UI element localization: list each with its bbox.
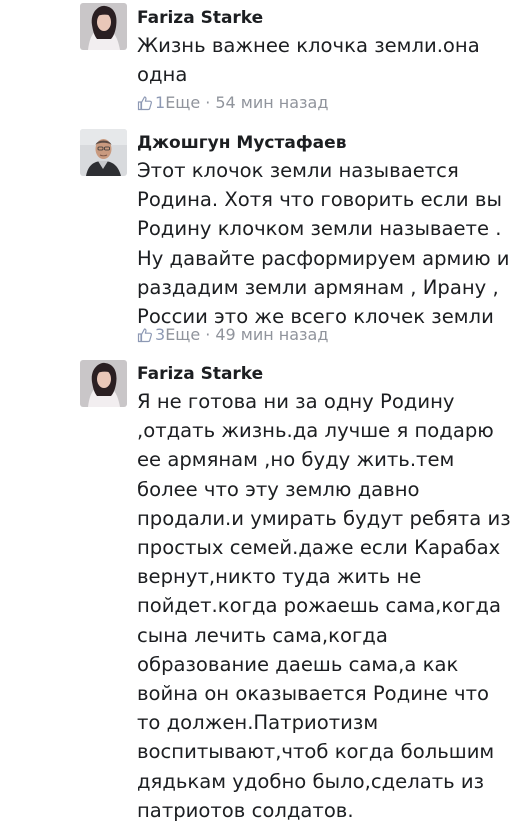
comment-text-line: Родину клочком земли называете . <box>137 217 502 241</box>
separator-dot: · <box>205 93 211 112</box>
avatar[interactable] <box>80 3 127 50</box>
comment-author[interactable]: Fariza Starke <box>137 364 263 384</box>
separator-dot: · <box>205 325 211 344</box>
thumbs-up-icon[interactable] <box>137 327 153 343</box>
avatar[interactable] <box>80 129 127 176</box>
comment-text: Жизнь важнее клочка земли.она одна <box>137 31 509 89</box>
more-link[interactable]: Еще <box>165 325 200 344</box>
comment-text-line: простых семей.даже если Карабах <box>137 536 501 560</box>
thumbs-up-icon[interactable] <box>137 95 153 111</box>
avatar-photo-icon <box>80 360 127 407</box>
comment-text-line: вернут,никто туда жить не <box>137 565 422 589</box>
comment-text-line: сына лечить сама,когда <box>137 623 388 647</box>
comment-meta: 3 Еще · 49 мин назад <box>137 325 328 344</box>
comment-text-line: патриотов солдатов. <box>137 798 354 822</box>
comment-text-line: раздадим земли армянам , Ирану , <box>137 275 499 299</box>
comment-text-line: более что эту землю давно <box>137 477 420 501</box>
comment-time[interactable]: 54 мин назад <box>215 93 328 112</box>
like-count[interactable]: 1 <box>155 93 165 112</box>
comment-text-line: Я не готова ни за одну Родину <box>137 390 455 413</box>
comment-text-line: образование даешь сама,а как <box>137 652 459 676</box>
more-link[interactable]: Еще <box>165 93 200 112</box>
comment-text-line: одна <box>137 63 188 87</box>
comment-text-line: Жизнь важнее клочка земли.она <box>137 34 480 57</box>
comment-text-line: дядькам удобно было,сделать из <box>137 769 485 793</box>
comment-author[interactable]: Fariza Starke <box>137 8 263 28</box>
avatar-photo-icon <box>80 129 127 176</box>
avatar-photo-icon <box>80 3 127 50</box>
comment-text-line: Этот клочок земли называется <box>137 159 459 182</box>
comment-text-line: Родина. Хотя что говорить если вы <box>137 188 502 212</box>
comment-text-line: то должен.Патриотизм <box>137 711 379 735</box>
comment-meta: 1 Еще · 54 мин назад <box>137 93 328 112</box>
comment-text-line: пойдет.когда рожаешь сама,когда <box>137 594 501 618</box>
comment-text-line: Ну давайте расформируем армию и <box>137 246 510 270</box>
comment-text-line: ,отдать жизнь.да лучше я подарю <box>137 419 494 443</box>
comment-text: Этот клочок земли называется Родина. Хот… <box>137 156 510 331</box>
comment-text-line: воспитывают,чтоб когда большим <box>137 740 495 764</box>
comment-text-line: ее армянам ,но буду жить.тем <box>137 448 455 472</box>
comment-time[interactable]: 49 мин назад <box>215 325 328 344</box>
comment-author[interactable]: Джошгун Мустафаев <box>137 133 346 153</box>
comment-text-line: продали.и умирать будут ребята из <box>137 506 511 530</box>
comment-text: Я не готова ни за одну Родину ,отдать жи… <box>137 387 511 825</box>
like-count[interactable]: 3 <box>155 325 165 344</box>
avatar[interactable] <box>80 360 127 407</box>
comment-text-line: война он оказывается Родине что <box>137 682 490 706</box>
